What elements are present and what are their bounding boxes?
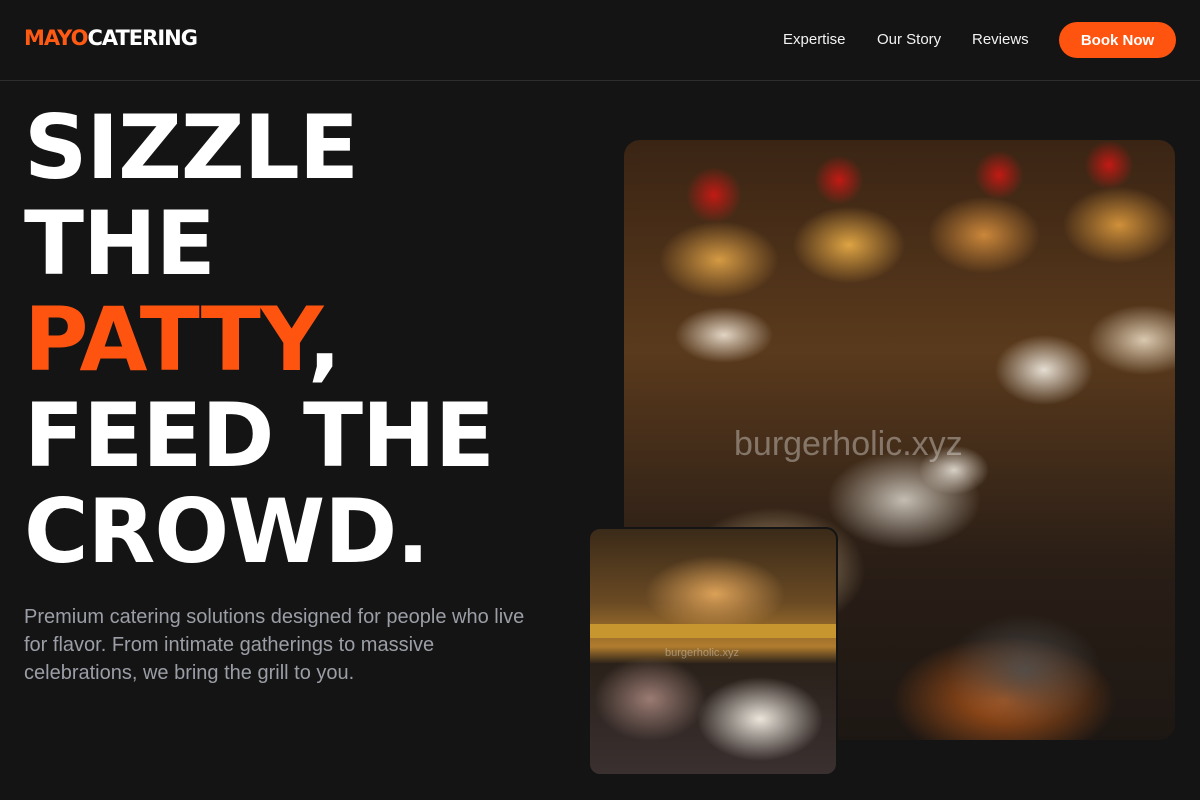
hero-title-line-2: THE xyxy=(24,192,216,295)
hero-title-highlight: PATTY xyxy=(24,288,309,391)
secondary-food-image: burgerholic.xyz xyxy=(588,527,838,776)
main-nav: Expertise Our Story Reviews xyxy=(0,31,1200,51)
hero-subtitle: Premium catering solutions designed for … xyxy=(24,606,525,684)
nav-link-our-story[interactable]: Our Story xyxy=(877,31,941,48)
hero-title: SIZZLE THE PATTY, FEED THE CROWD. xyxy=(24,96,495,583)
serving-board xyxy=(590,624,836,638)
nav-link-expertise[interactable]: Expertise xyxy=(783,31,846,48)
nav-link-reviews[interactable]: Reviews xyxy=(972,31,1029,48)
hero-title-line-3: PATTY, xyxy=(24,292,494,388)
hero-title-line-1: SIZZLE xyxy=(24,96,359,199)
hero-title-comma: , xyxy=(307,288,341,391)
hero-title-line-4: FEED THE xyxy=(24,384,495,487)
site-header: MAYOCATERING Expertise Our Story Reviews… xyxy=(0,0,1200,81)
image-watermark: burgerholic.xyz xyxy=(734,425,963,463)
hero-title-line-5: CROWD. xyxy=(24,480,430,583)
book-now-button[interactable]: Book Now xyxy=(1059,22,1176,58)
image-watermark-small: burgerholic.xyz xyxy=(665,647,739,659)
